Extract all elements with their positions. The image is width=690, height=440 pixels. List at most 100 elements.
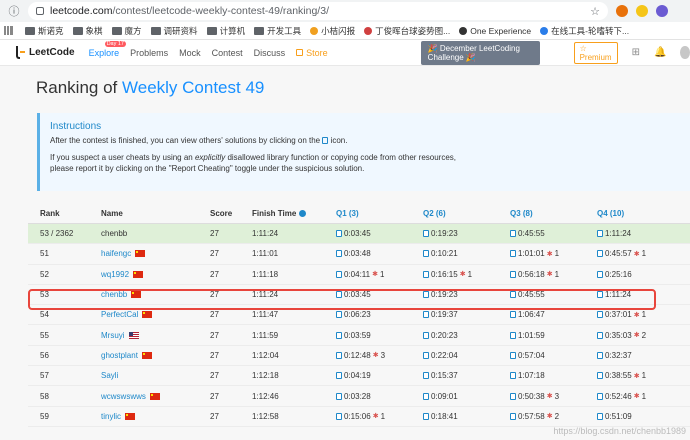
user-avatar[interactable] bbox=[680, 46, 690, 59]
view-solution-doc-icon[interactable] bbox=[510, 412, 516, 420]
user-name-link[interactable]: chenbb bbox=[101, 290, 127, 299]
penalty-count: 3 bbox=[380, 350, 386, 360]
view-solution-doc-icon[interactable] bbox=[510, 331, 516, 339]
view-solution-doc-icon[interactable] bbox=[510, 311, 516, 319]
question-time-cell: 0:38:55 ✱ 1 bbox=[597, 371, 646, 380]
view-solution-doc-icon[interactable] bbox=[510, 392, 516, 400]
extension-icon[interactable] bbox=[636, 5, 648, 17]
view-solution-doc-icon[interactable] bbox=[510, 372, 516, 380]
view-solution-doc-icon[interactable] bbox=[597, 372, 603, 380]
rank-cell: 57 bbox=[40, 371, 49, 381]
store-icon bbox=[296, 49, 304, 56]
view-solution-doc-icon[interactable] bbox=[336, 291, 342, 299]
view-solution-doc-icon[interactable] bbox=[423, 412, 429, 420]
header-q3[interactable]: Q3 (8) bbox=[510, 209, 533, 218]
solve-time: 0:45:57 bbox=[605, 249, 632, 259]
view-solution-doc-icon[interactable] bbox=[423, 372, 429, 380]
info-icon[interactable]: ⓘ bbox=[0, 3, 28, 19]
view-solution-doc-icon[interactable] bbox=[423, 311, 429, 319]
view-solution-doc-icon[interactable] bbox=[510, 351, 516, 359]
rank-cell: 53 bbox=[40, 290, 49, 300]
bookmark-item[interactable]: 丁俊晖台球姿势图... bbox=[364, 25, 450, 37]
bookmark-item[interactable]: 开发工具 bbox=[254, 25, 301, 37]
view-solution-doc-icon[interactable] bbox=[597, 270, 603, 278]
leetcode-logo[interactable]: LeetCode bbox=[14, 46, 75, 59]
header-q2[interactable]: Q2 (6) bbox=[423, 209, 446, 218]
china-flag-icon bbox=[133, 270, 144, 278]
user-name-link[interactable]: tinylic bbox=[101, 412, 121, 421]
view-solution-doc-icon[interactable] bbox=[510, 230, 516, 238]
view-solution-doc-icon[interactable] bbox=[336, 372, 342, 380]
view-solution-doc-icon[interactable] bbox=[423, 230, 429, 238]
view-solution-doc-icon[interactable] bbox=[510, 250, 516, 258]
view-solution-doc-icon[interactable] bbox=[423, 331, 429, 339]
question-time-cell: 0:56:18 ✱ 1 bbox=[510, 270, 559, 279]
user-name-link[interactable]: chenbb bbox=[101, 229, 127, 238]
view-solution-doc-icon[interactable] bbox=[423, 392, 429, 400]
contest-link[interactable]: Weekly Contest 49 bbox=[122, 78, 264, 97]
view-solution-doc-icon[interactable] bbox=[336, 230, 342, 238]
view-solution-doc-icon[interactable] bbox=[597, 230, 603, 238]
nav-problems[interactable]: Problems bbox=[130, 48, 168, 58]
solve-time: 0:52:46 bbox=[605, 391, 632, 401]
user-name-link[interactable]: ghostplant bbox=[101, 351, 138, 360]
premium-button[interactable]: ☆ Premium bbox=[573, 41, 618, 64]
bookmark-apps[interactable] bbox=[4, 26, 16, 35]
header-q1[interactable]: Q1 (3) bbox=[336, 209, 359, 218]
view-solution-doc-icon[interactable] bbox=[336, 412, 342, 420]
rank-cell: 53 / 2362 bbox=[40, 229, 74, 239]
user-name-link[interactable]: wcwswswws bbox=[101, 392, 146, 401]
view-solution-doc-icon[interactable] bbox=[597, 331, 603, 339]
bookmark-star-icon[interactable]: ☆ bbox=[590, 5, 600, 18]
bookmark-item[interactable]: 计算机 bbox=[206, 25, 245, 37]
view-solution-doc-icon[interactable] bbox=[510, 291, 516, 299]
user-name-link[interactable]: Sayli bbox=[101, 371, 118, 380]
view-solution-doc-icon[interactable] bbox=[336, 270, 342, 278]
view-solution-doc-icon[interactable] bbox=[423, 250, 429, 258]
view-solution-doc-icon[interactable] bbox=[336, 351, 342, 359]
extension-icon[interactable] bbox=[656, 5, 668, 17]
view-solution-doc-icon[interactable] bbox=[597, 412, 603, 420]
user-name-link[interactable]: PerfectCal bbox=[101, 310, 138, 319]
view-solution-doc-icon[interactable] bbox=[597, 311, 603, 319]
view-solution-doc-icon[interactable] bbox=[336, 331, 342, 339]
penalty-count: 1 bbox=[379, 269, 385, 279]
view-solution-doc-icon[interactable] bbox=[423, 351, 429, 359]
penalty-count: 1 bbox=[554, 249, 560, 259]
bookmark-item[interactable]: 斯诺克 bbox=[25, 25, 64, 37]
nav-contest[interactable]: Contest bbox=[212, 48, 243, 58]
user-name-link[interactable]: wq1992 bbox=[101, 270, 129, 279]
china-flag-icon bbox=[141, 351, 152, 359]
user-name-link[interactable]: haifengc bbox=[101, 249, 131, 258]
playground-icon[interactable]: ⊞ bbox=[632, 47, 640, 58]
bookmark-item[interactable]: 在线工具-轮嗜转下... bbox=[540, 25, 629, 37]
header-q4[interactable]: Q4 (10) bbox=[597, 209, 624, 218]
bookmark-item[interactable]: 魔方 bbox=[111, 25, 142, 37]
view-solution-doc-icon[interactable] bbox=[336, 250, 342, 258]
view-solution-doc-icon[interactable] bbox=[597, 250, 603, 258]
name-cell: wq1992 bbox=[101, 270, 144, 279]
extension-icon[interactable] bbox=[616, 5, 628, 17]
view-solution-doc-icon[interactable] bbox=[423, 270, 429, 278]
december-challenge-banner[interactable]: 🎉 December LeetCoding Challenge 🎉 bbox=[420, 40, 540, 65]
bookmark-item[interactable]: 小桔闪报 bbox=[310, 25, 355, 37]
view-solution-doc-icon[interactable] bbox=[597, 291, 603, 299]
help-icon[interactable] bbox=[299, 209, 307, 217]
address-bar[interactable]: leetcode.com/contest/leetcode-weekly-con… bbox=[28, 2, 608, 20]
view-solution-doc-icon[interactable] bbox=[510, 270, 516, 278]
bookmark-item[interactable]: 调研资料 bbox=[150, 25, 198, 37]
view-solution-doc-icon[interactable] bbox=[597, 392, 603, 400]
user-name-link[interactable]: Mrsuyi bbox=[101, 331, 125, 340]
bookmark-item[interactable]: One Experience bbox=[459, 26, 531, 36]
view-solution-doc-icon[interactable] bbox=[336, 392, 342, 400]
nav-mock[interactable]: Mock bbox=[179, 48, 201, 58]
view-solution-doc-icon[interactable] bbox=[336, 311, 342, 319]
solve-time: 0:12:48 bbox=[344, 350, 371, 360]
nav-store[interactable]: Store bbox=[296, 48, 328, 58]
notification-bell-icon[interactable]: 🔔 bbox=[654, 47, 666, 58]
nav-explore[interactable]: Explore Day 17 bbox=[89, 40, 126, 58]
view-solution-doc-icon[interactable] bbox=[423, 291, 429, 299]
view-solution-doc-icon[interactable] bbox=[597, 351, 603, 359]
bookmark-item[interactable]: 象棋 bbox=[72, 25, 103, 37]
nav-discuss[interactable]: Discuss bbox=[254, 48, 286, 58]
